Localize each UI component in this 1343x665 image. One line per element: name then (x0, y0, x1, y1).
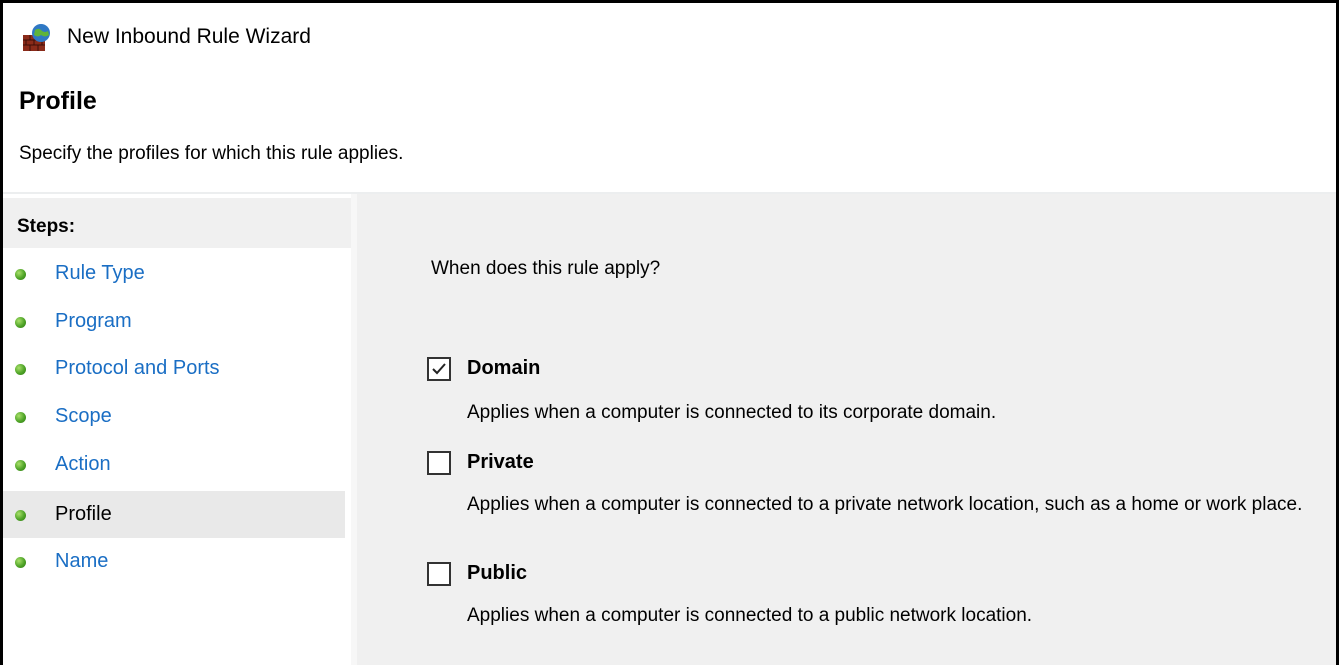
public-label[interactable]: Public (467, 562, 527, 585)
domain-label[interactable]: Domain (467, 357, 540, 380)
step-rule-type[interactable]: Rule Type (3, 250, 345, 297)
check-icon (432, 363, 446, 375)
domain-checkbox[interactable] (427, 357, 451, 381)
step-protocol-and-ports[interactable]: Protocol and Ports (3, 345, 345, 392)
private-checkbox[interactable] (427, 451, 451, 475)
step-status-icon (15, 269, 26, 280)
step-label: Action (55, 453, 111, 475)
page-subtitle: Specify the profiles for which this rule… (19, 143, 404, 164)
private-description: Applies when a computer is connected to … (467, 494, 1303, 515)
step-status-icon (15, 460, 26, 471)
steps-sidebar: Steps: Rule Type Program Protocol and Po… (3, 194, 351, 665)
private-label[interactable]: Private (467, 451, 534, 474)
title-bar: New Inbound Rule Wizard (3, 3, 1336, 67)
window-title: New Inbound Rule Wizard (67, 25, 311, 48)
step-label: Name (55, 550, 109, 572)
step-label: Protocol and Ports (55, 357, 220, 379)
step-status-icon (15, 557, 26, 568)
steps-header: Steps: (3, 198, 351, 248)
question-text: When does this rule apply? (431, 258, 661, 279)
steps-header-label: Steps: (17, 216, 76, 237)
public-description: Applies when a computer is connected to … (467, 605, 1033, 626)
public-checkbox[interactable] (427, 562, 451, 586)
firewall-globe-icon (21, 23, 53, 53)
domain-description: Applies when a computer is connected to … (467, 402, 997, 423)
step-status-icon (15, 317, 26, 328)
step-label: Rule Type (55, 262, 145, 284)
step-name[interactable]: Name (3, 538, 345, 585)
wizard-window: New Inbound Rule Wizard Profile Specify … (0, 0, 1339, 665)
step-label: Program (55, 310, 132, 332)
page-title: Profile (19, 87, 97, 115)
step-status-icon (15, 364, 26, 375)
step-label: Profile (55, 503, 112, 525)
step-label: Scope (55, 405, 112, 427)
step-status-icon (15, 510, 26, 521)
step-action[interactable]: Action (3, 441, 345, 488)
step-status-icon (15, 412, 26, 423)
step-program[interactable]: Program (3, 298, 345, 345)
step-profile[interactable]: Profile (3, 491, 345, 538)
content-panel: When does this rule apply? Domain Applie… (351, 194, 1336, 665)
step-scope[interactable]: Scope (3, 393, 345, 440)
